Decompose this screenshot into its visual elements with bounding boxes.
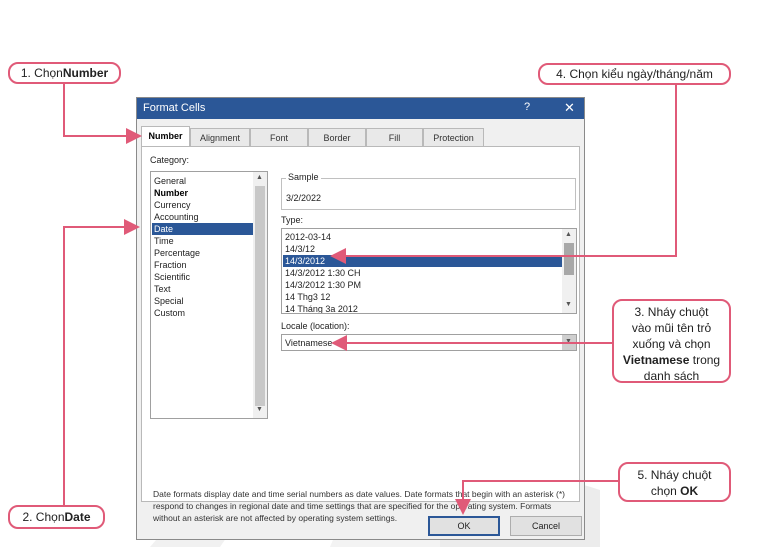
callout-5-bold: OK — [680, 484, 699, 498]
callout-2-bold: Date — [64, 510, 91, 524]
callout-4-text: 4. Chọn kiểu ngày/tháng/năm — [556, 67, 713, 81]
callout-1-text: 1. Chọn — [20, 66, 63, 80]
callout-1-bold: Number — [62, 66, 109, 80]
callout-5-text: chọn — [650, 484, 681, 498]
callout-5: 5. Nháy chuột chọn OK — [618, 462, 731, 502]
callout-3: 3. Nháy chuột vào mũi tên trỏ xuống và c… — [612, 299, 731, 383]
callout-2-text: 2. Chọn — [22, 510, 65, 524]
callout-5-line: 5. Nháy chuột — [637, 468, 712, 482]
callout-3-line: xuống và chọn — [632, 337, 711, 351]
callout-3-line: danh sách — [643, 369, 700, 383]
callout-4: 4. Chọn kiểu ngày/tháng/năm — [538, 63, 731, 85]
callout-1: 1. Chọn Number — [8, 62, 121, 84]
callout-2: 2. Chọn Date — [8, 505, 105, 529]
callout-3-line: vào mũi tên trỏ — [631, 321, 712, 335]
callout-3-line: trong — [689, 353, 721, 367]
callout-3-line: 3. Nháy chuột — [634, 305, 709, 319]
callout-3-bold: Vietnamese — [622, 353, 690, 367]
